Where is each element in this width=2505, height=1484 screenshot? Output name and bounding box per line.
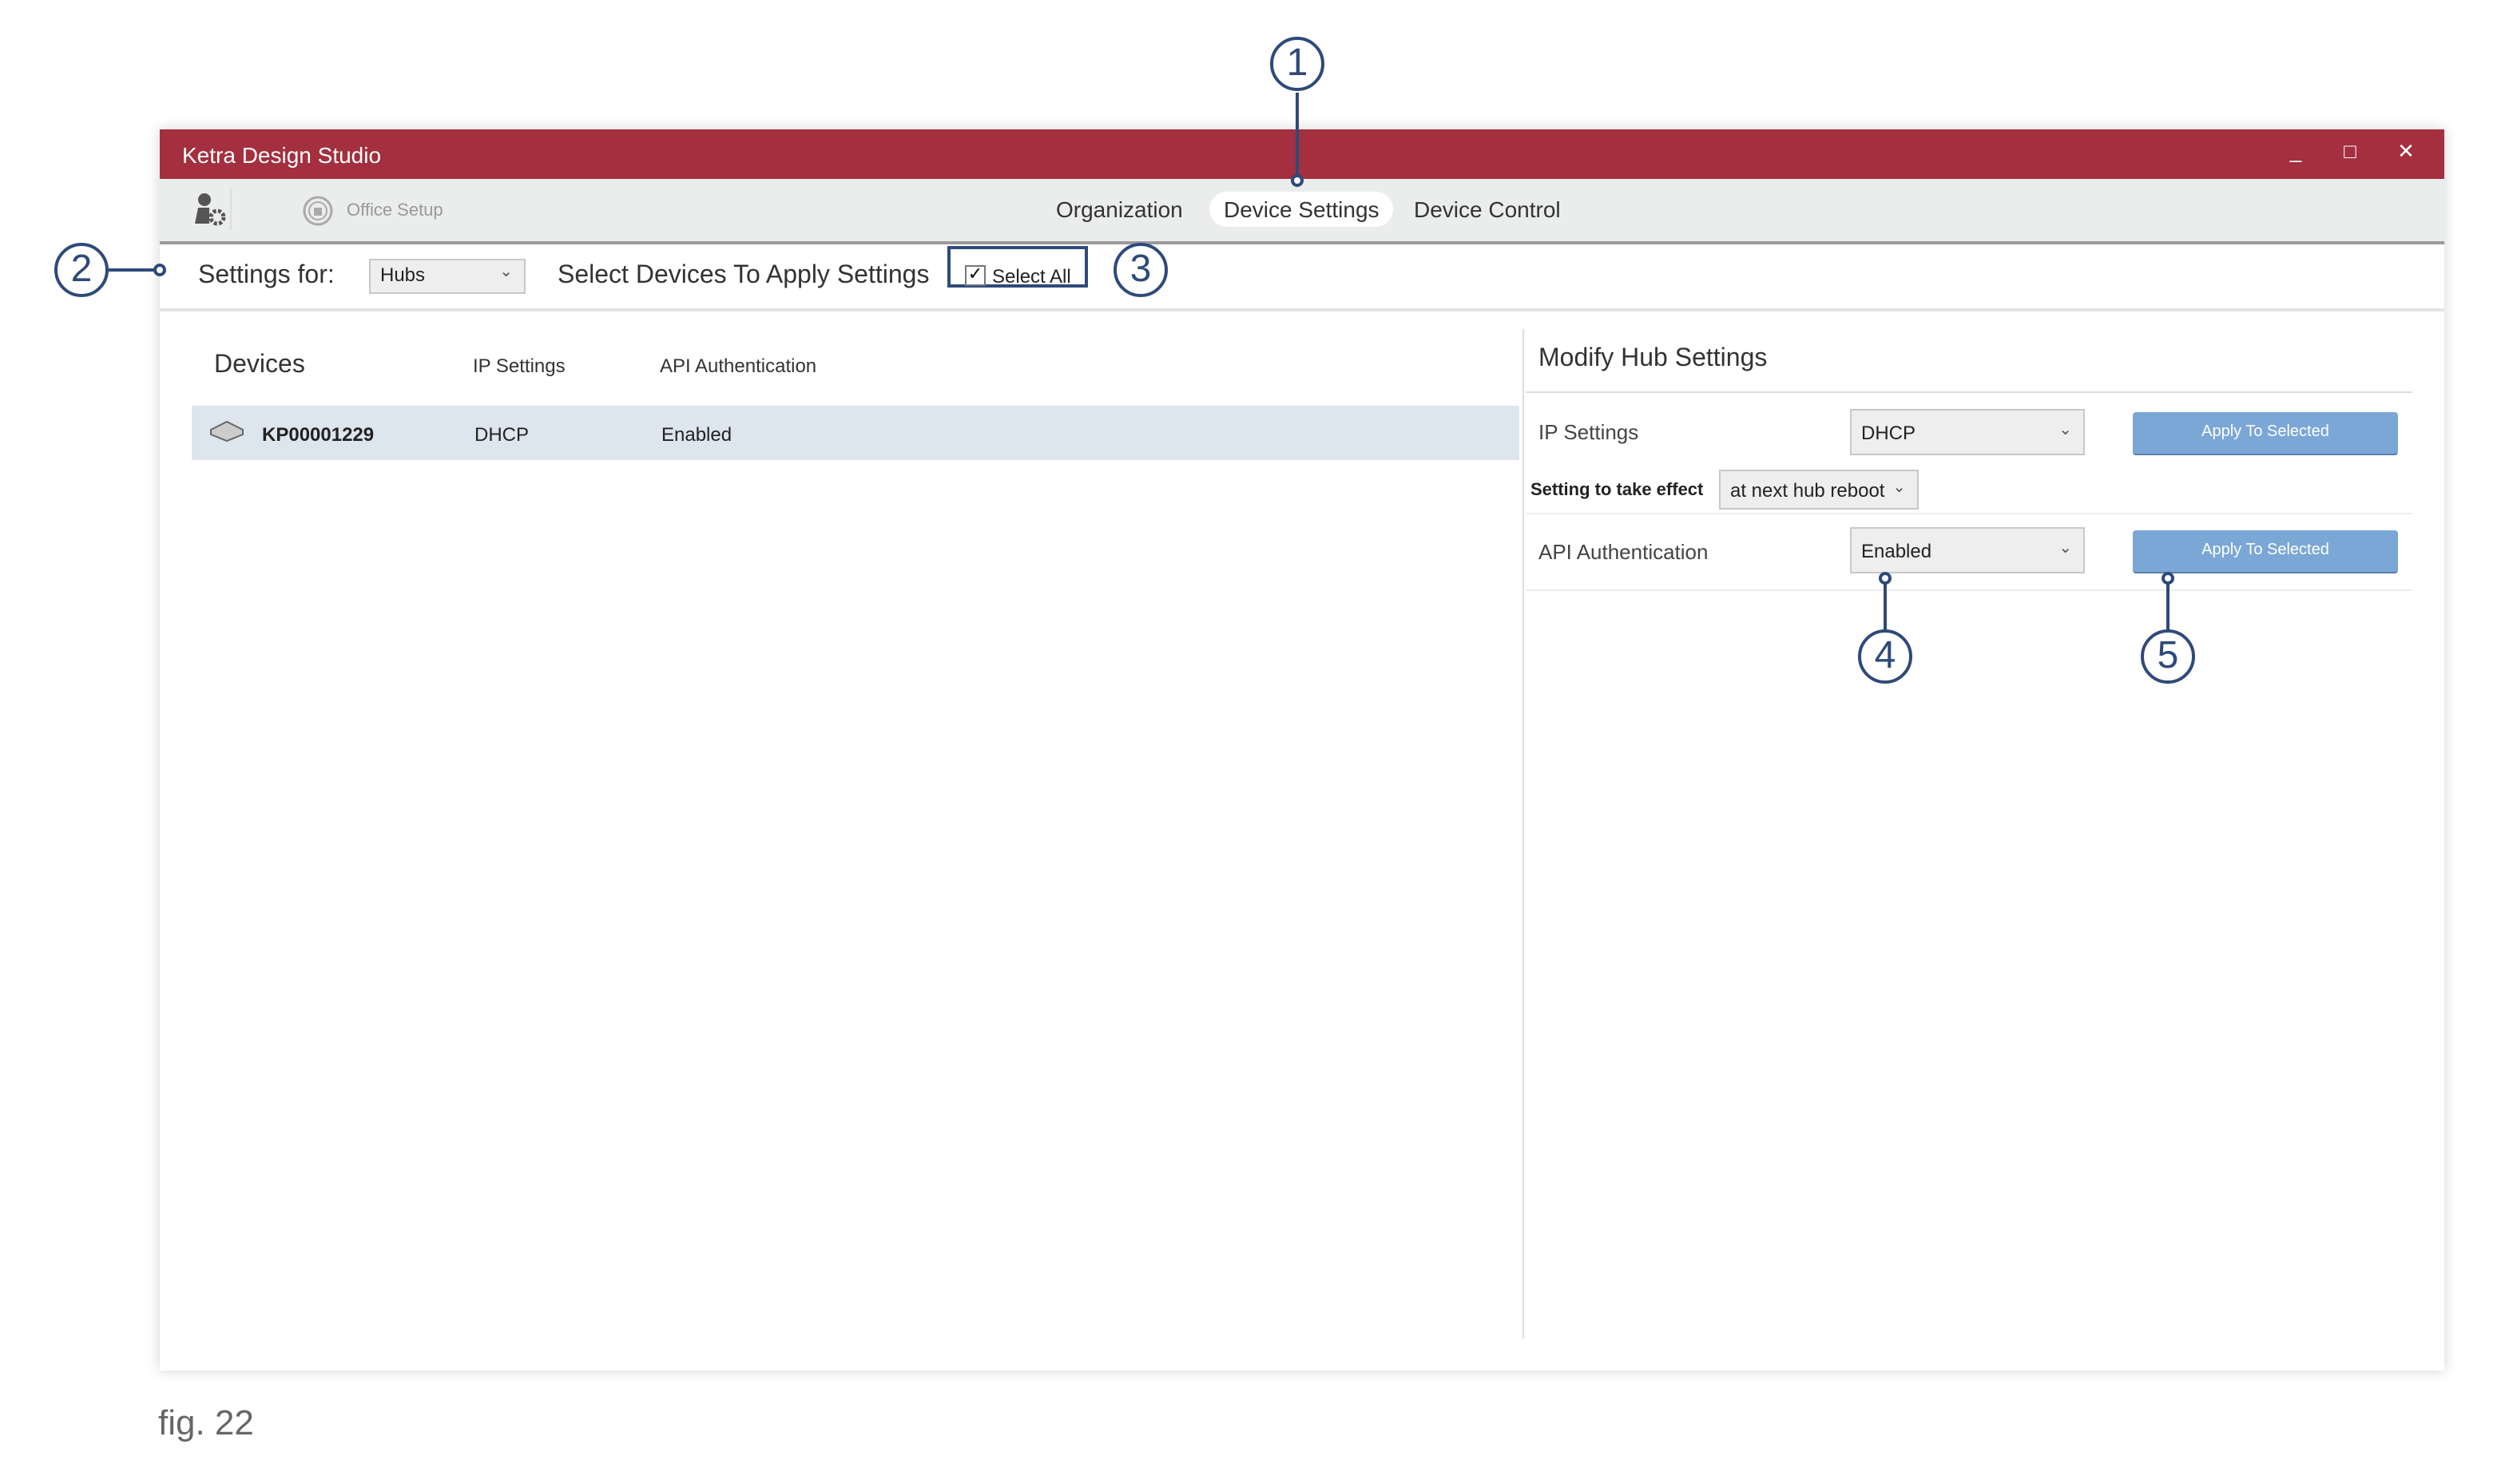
annotation-2-dot xyxy=(153,264,166,276)
window-title: Ketra Design Studio xyxy=(182,142,382,168)
ip-settings-label: IP Settings xyxy=(1538,420,1639,444)
office-setup-link[interactable]: Office Setup xyxy=(347,201,443,220)
annotation-1-leader xyxy=(1296,93,1299,179)
chevron-down-icon: ⌄ xyxy=(499,264,513,281)
toolbar: Office Setup Organization Device Setting… xyxy=(160,179,2444,244)
device-ip: DHCP xyxy=(474,423,530,446)
close-button[interactable]: ✕ xyxy=(2390,139,2422,165)
annotation-1: 1 xyxy=(1270,37,1324,91)
annotation-3: 3 xyxy=(1114,243,1168,297)
panel-divider xyxy=(1522,329,1524,1339)
apply-ip-settings-button[interactable]: Apply To Selected xyxy=(2133,412,2398,455)
title-bar: Ketra Design Studio _ □ ✕ xyxy=(160,129,2444,179)
modify-title: Modify Hub Settings xyxy=(1538,345,1768,372)
tab-device-settings[interactable]: Device Settings xyxy=(1209,192,1394,227)
column-header-devices: Devices xyxy=(214,351,305,379)
tab-organization[interactable]: Organization xyxy=(1042,192,1197,227)
annotation-4: 4 xyxy=(1858,629,1912,684)
annotation-4-dot xyxy=(1879,572,1892,585)
settings-for-select[interactable]: Hubs ⌄ xyxy=(369,259,526,294)
annotation-2-leader xyxy=(109,268,157,272)
column-header-api-authentication: API Authentication xyxy=(660,355,817,377)
chevron-down-icon: ⌄ xyxy=(2058,540,2072,557)
annotation-5-dot xyxy=(2162,572,2174,585)
office-setup-icon xyxy=(302,195,334,227)
api-authentication-label: API Authentication xyxy=(1538,540,1709,564)
device-name: KP00001229 xyxy=(262,423,375,446)
annotation-5-leader xyxy=(2166,581,2170,633)
device-api: Enabled xyxy=(661,423,732,446)
app-window: Ketra Design Studio _ □ ✕ Office Setup O… xyxy=(160,129,2444,1371)
ip-settings-select[interactable]: DHCP ⌄ xyxy=(1850,409,2085,455)
chevron-down-icon: ⌄ xyxy=(2058,422,2072,439)
hub-device-icon xyxy=(209,420,244,450)
annotation-4-leader xyxy=(1884,581,1887,633)
effect-label: Setting to take effect xyxy=(1530,481,1704,500)
settings-for-value: Hubs xyxy=(380,264,426,286)
table-row[interactable]: KP00001229 DHCP Enabled xyxy=(192,406,1519,460)
effect-select[interactable]: at next hub reboot ⌄ xyxy=(1719,470,1919,510)
ip-settings-value: DHCP xyxy=(1861,422,1916,444)
annotation-5: 5 xyxy=(2141,629,2195,684)
divider xyxy=(1526,589,2412,591)
tab-device-control[interactable]: Device Control xyxy=(1399,192,1575,227)
effect-value: at next hub reboot xyxy=(1730,479,1885,502)
divider xyxy=(1526,513,2412,514)
select-all-checkbox[interactable]: ✓ xyxy=(965,265,986,286)
annotation-1-dot xyxy=(1291,174,1304,187)
apply-api-authentication-button[interactable]: Apply To Selected xyxy=(2133,530,2398,573)
user-settings-icon[interactable] xyxy=(185,188,232,230)
figure-caption: fig. 22 xyxy=(158,1403,254,1442)
settings-row: Settings for: Hubs ⌄ Select Devices To Ap… xyxy=(160,244,2444,311)
api-authentication-select[interactable]: Enabled ⌄ xyxy=(1850,527,2085,573)
chevron-down-icon: ⌄ xyxy=(1892,479,1906,497)
select-all-label[interactable]: Select All xyxy=(992,265,1071,288)
annotation-2: 2 xyxy=(54,243,109,297)
column-header-ip-settings: IP Settings xyxy=(473,355,566,377)
select-devices-label: Select Devices To Apply Settings xyxy=(558,262,930,289)
divider xyxy=(1526,391,2412,393)
api-authentication-value: Enabled xyxy=(1861,540,1932,562)
settings-for-label: Settings for: xyxy=(198,262,335,289)
minimize-button[interactable]: _ xyxy=(2280,139,2312,163)
maximize-button[interactable]: □ xyxy=(2334,139,2366,163)
